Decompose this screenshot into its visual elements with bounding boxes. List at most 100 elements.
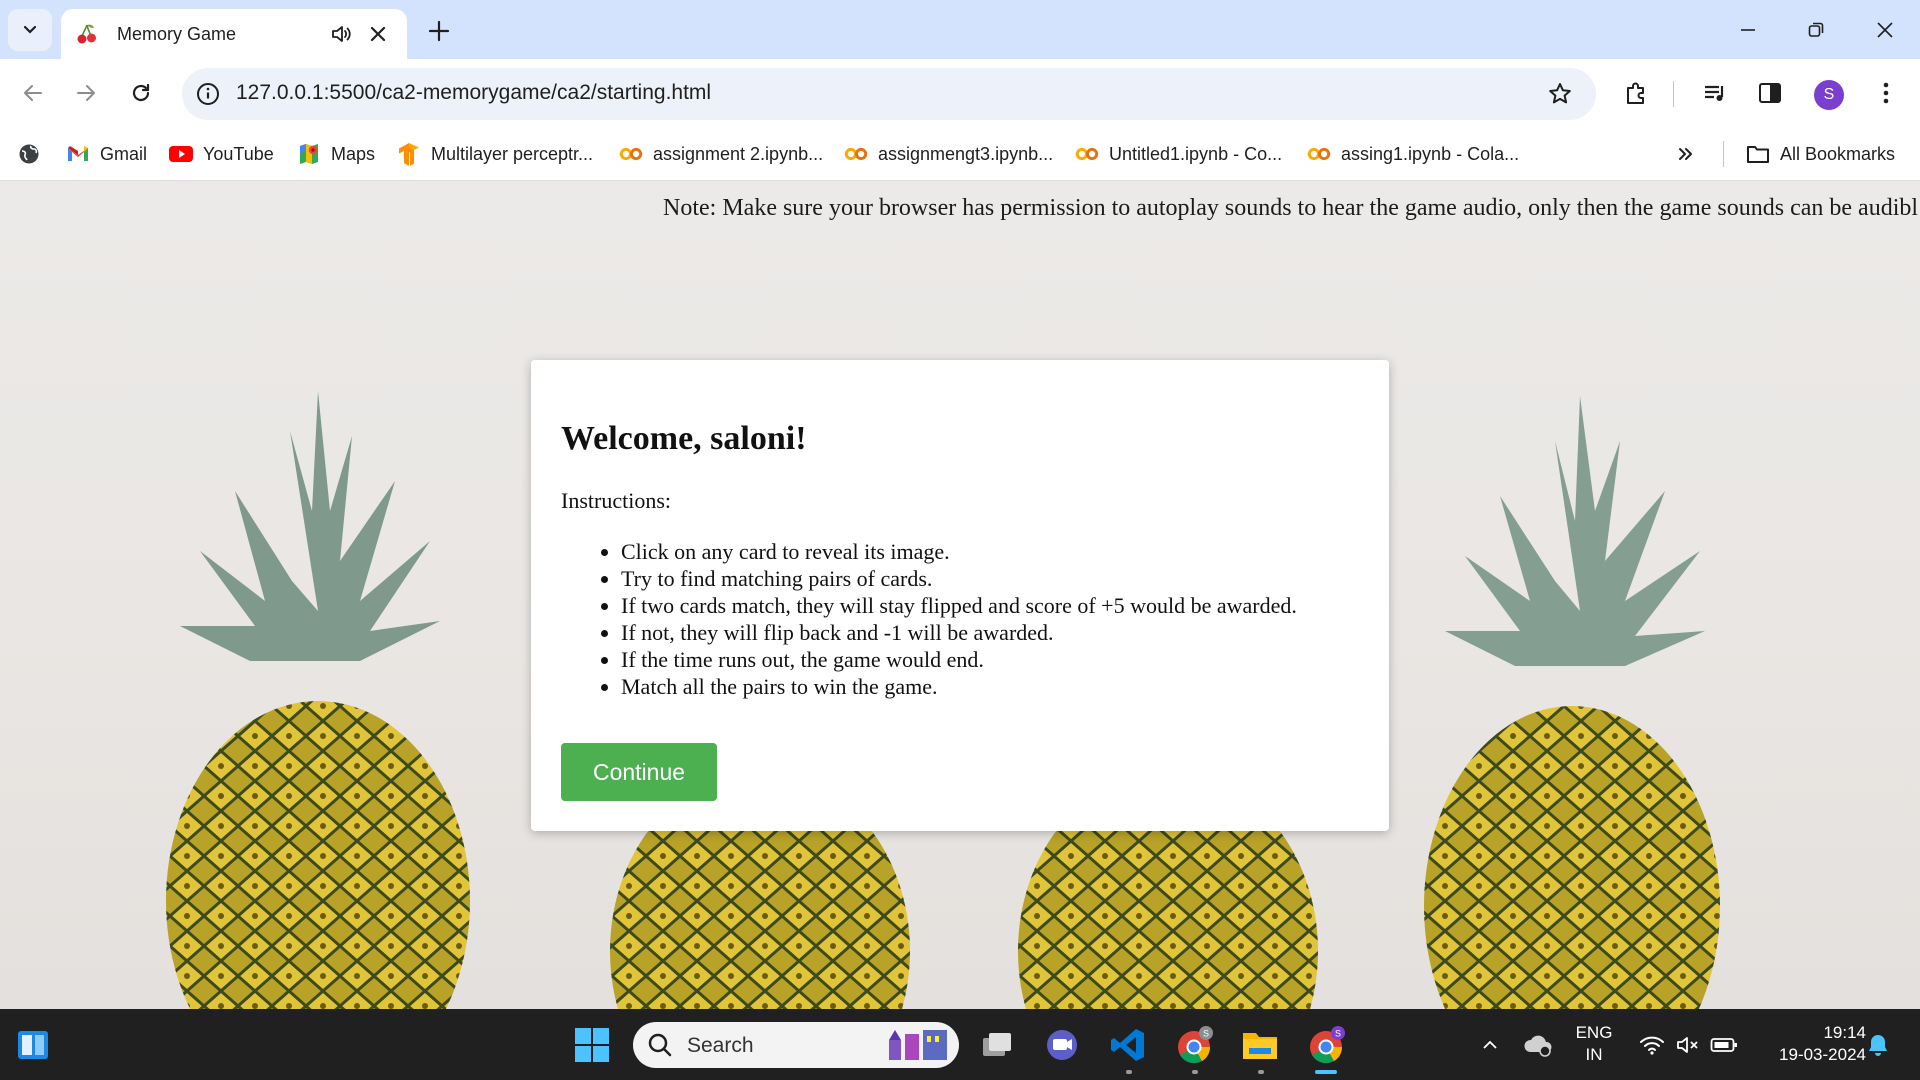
bell-icon bbox=[1869, 1035, 1887, 1056]
bookmark-label: Untitled1.ipynb - Co... bbox=[1109, 143, 1283, 164]
welcome-heading: Welcome, saloni! bbox=[561, 420, 807, 457]
start-button[interactable] bbox=[570, 1023, 614, 1067]
youtube-icon bbox=[169, 142, 193, 166]
chrome-icon: S bbox=[1178, 1026, 1213, 1064]
instruction-item: Match all the pairs to win the game. bbox=[621, 673, 1297, 700]
clock[interactable]: 19:14 19-03-2024 bbox=[1752, 1022, 1866, 1066]
side-panel-icon bbox=[1759, 83, 1781, 103]
back-button[interactable] bbox=[15, 75, 51, 111]
bookmark-colab-3[interactable]: Untitled1.ipynb - Co... bbox=[1075, 139, 1282, 169]
speaker-icon[interactable] bbox=[329, 22, 353, 46]
puzzle-icon bbox=[1627, 82, 1644, 104]
browser-toolbar: 127.0.0.1:5500/ca2-memorygame/ca2/starti… bbox=[0, 59, 1920, 129]
media-queue-icon bbox=[1705, 85, 1724, 101]
clock-date: 19-03-2024 bbox=[1779, 1045, 1866, 1064]
more-vert-icon bbox=[1883, 82, 1889, 104]
restore-button[interactable] bbox=[1796, 12, 1836, 48]
page-content: Note: Make sure your browser has permiss… bbox=[0, 181, 1920, 1009]
side-panel-button[interactable] bbox=[1754, 77, 1786, 109]
tab-search-button[interactable] bbox=[8, 9, 52, 51]
search-label: Search bbox=[687, 1034, 754, 1057]
notifications-button[interactable] bbox=[1856, 1023, 1900, 1067]
minimize-button[interactable] bbox=[1728, 12, 1768, 48]
chevron-down-icon bbox=[23, 25, 37, 34]
bookmark-label: assignment 2.ipynb... bbox=[653, 143, 824, 164]
bookmark-label: Gmail bbox=[100, 143, 148, 164]
tab-close-icon[interactable] bbox=[367, 23, 389, 45]
tab-strip: Memory Game bbox=[0, 0, 1920, 59]
svg-text:S: S bbox=[1335, 1029, 1341, 1039]
instruction-item: If not, they will flip back and -1 will … bbox=[621, 619, 1297, 646]
autoplay-note: Note: Make sure your browser has permiss… bbox=[663, 195, 1919, 221]
profile-avatar[interactable]: S bbox=[1814, 80, 1844, 110]
taskbar-search-box[interactable]: Search bbox=[633, 1022, 959, 1068]
region-text: IN bbox=[1585, 1045, 1603, 1064]
url-text[interactable]: 127.0.0.1:5500/ca2-memorygame/ca2/starti… bbox=[236, 81, 711, 105]
colab-icon bbox=[1075, 142, 1099, 166]
language-indicator[interactable]: ENG IN bbox=[1572, 1022, 1616, 1066]
widgets-button[interactable] bbox=[11, 1023, 55, 1067]
bookmark-colab-4[interactable]: assing1.ipynb - Cola... bbox=[1307, 139, 1519, 169]
teams-chat-button[interactable] bbox=[1040, 1023, 1084, 1067]
bookmark-colab-1[interactable]: assignment 2.ipynb... bbox=[619, 139, 823, 169]
chrome-menu-button[interactable] bbox=[1870, 77, 1902, 109]
reload-button[interactable] bbox=[123, 75, 159, 111]
task-view-button[interactable] bbox=[976, 1023, 1020, 1067]
running-indicator bbox=[1258, 1070, 1264, 1074]
svg-text:S: S bbox=[1203, 1029, 1209, 1039]
continue-button[interactable]: Continue bbox=[561, 743, 717, 801]
welcome-dialog: Welcome, saloni! Instructions: Click on … bbox=[531, 360, 1389, 831]
chrome-active-button[interactable]: S bbox=[1304, 1023, 1348, 1067]
gmail-icon bbox=[66, 142, 90, 166]
bookmark-globe[interactable] bbox=[17, 139, 51, 169]
tab-memory-game[interactable]: Memory Game bbox=[61, 9, 407, 59]
bookmark-label: Multilayer perceptr... bbox=[431, 143, 594, 164]
bookmark-colab-2[interactable]: assignmengt3.ipynb... bbox=[844, 139, 1053, 169]
file-explorer-button[interactable] bbox=[1238, 1023, 1282, 1067]
cherry-icon bbox=[77, 24, 96, 44]
bookmark-gmail[interactable]: Gmail bbox=[66, 139, 147, 169]
cloud-icon bbox=[1524, 1035, 1552, 1057]
battery-button[interactable] bbox=[1702, 1023, 1746, 1067]
chevron-up-icon bbox=[1483, 1040, 1497, 1049]
active-indicator bbox=[1315, 1070, 1337, 1074]
forward-arrow-icon bbox=[77, 85, 95, 101]
clock-time: 19:14 bbox=[1823, 1023, 1866, 1042]
vscode-icon bbox=[1111, 1029, 1144, 1061]
double-chevron-right-icon bbox=[1679, 148, 1692, 160]
windows-taskbar: Search S S ENG IN 19:14 19-03-2024 bbox=[0, 1009, 1920, 1080]
wifi-icon bbox=[1640, 1036, 1664, 1055]
media-control-button[interactable] bbox=[1699, 77, 1731, 109]
forward-button[interactable] bbox=[68, 75, 104, 111]
new-tab-icon[interactable] bbox=[424, 16, 454, 46]
site-info-icon[interactable] bbox=[194, 80, 222, 108]
maps-icon bbox=[297, 142, 321, 166]
more-bookmarks-button[interactable] bbox=[1676, 139, 1696, 169]
bookmark-maps[interactable]: Maps bbox=[297, 139, 375, 169]
instructions-label: Instructions: bbox=[561, 488, 671, 513]
chrome-profile-button[interactable]: S bbox=[1172, 1023, 1216, 1067]
bookmarks-divider bbox=[1723, 141, 1724, 167]
colab-icon bbox=[1307, 142, 1331, 166]
search-highlight-icon bbox=[889, 1030, 947, 1060]
tab-title: Memory Game bbox=[117, 23, 237, 44]
onedrive-button[interactable] bbox=[1516, 1023, 1560, 1067]
extensions-button[interactable] bbox=[1620, 77, 1652, 109]
battery-icon bbox=[1710, 1038, 1737, 1052]
bookmark-multilayer[interactable]: Multilayer perceptr... bbox=[397, 139, 593, 169]
show-hidden-icons-button[interactable] bbox=[1468, 1023, 1512, 1067]
address-bar[interactable]: 127.0.0.1:5500/ca2-memorygame/ca2/starti… bbox=[182, 68, 1596, 120]
vscode-button[interactable] bbox=[1106, 1023, 1150, 1067]
all-bookmarks-button[interactable]: All Bookmarks bbox=[1746, 139, 1895, 169]
task-view-icon bbox=[983, 1033, 1011, 1056]
instruction-item: If two cards match, they will stay flipp… bbox=[621, 592, 1297, 619]
bookmark-star-icon[interactable] bbox=[1546, 80, 1574, 108]
back-arrow-icon bbox=[24, 85, 42, 101]
chat-icon bbox=[1047, 1030, 1077, 1060]
windows-logo-icon bbox=[575, 1028, 609, 1062]
bookmark-youtube[interactable]: YouTube bbox=[169, 139, 274, 169]
all-bookmarks-label: All Bookmarks bbox=[1780, 143, 1896, 164]
close-window-button[interactable] bbox=[1865, 12, 1905, 48]
reload-icon bbox=[132, 83, 150, 102]
folder-icon bbox=[1243, 1033, 1277, 1059]
